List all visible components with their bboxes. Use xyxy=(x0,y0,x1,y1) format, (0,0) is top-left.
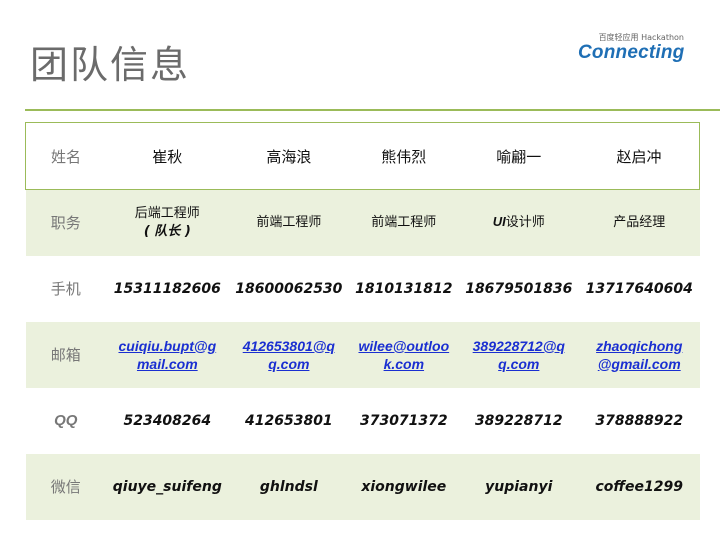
member-qq: 523408264 xyxy=(106,387,229,454)
title-divider xyxy=(25,109,720,111)
member-email-cell: zhaoqichong @gmail.com xyxy=(579,321,700,388)
member-wechat: coffee1299 xyxy=(579,453,700,520)
email-line1[interactable]: cuiqiu.bupt@g xyxy=(118,338,216,354)
table-row-name: 姓名 崔秋 高海浪 熊伟烈 喻翩一 赵启冲 xyxy=(25,122,700,190)
row-label-role: 职务 xyxy=(25,189,106,256)
email-line1[interactable]: 412653801@q xyxy=(243,338,335,354)
member-phone: 18600062530 xyxy=(228,255,350,322)
member-phone: 13717640604 xyxy=(579,255,700,322)
member-wechat: xiongwilee xyxy=(349,453,459,520)
email-line2[interactable]: mail.com xyxy=(137,356,198,372)
email-line1[interactable]: zhaoqichong xyxy=(596,338,682,354)
table-row-email: 邮箱 cuiqiu.bupt@g mail.com 412653801@q q.co… xyxy=(25,321,700,388)
row-label-name: 姓名 xyxy=(25,122,106,190)
member-role: 产品经理 xyxy=(579,189,700,256)
member-role: 前端工程师 xyxy=(228,189,350,256)
member-email-link[interactable]: zhaoqichong @gmail.com xyxy=(596,337,682,373)
member-name: 崔秋 xyxy=(106,122,229,190)
member-email-link[interactable]: 412653801@q q.com xyxy=(243,337,335,373)
member-name: 赵启冲 xyxy=(579,122,700,190)
member-email-cell: wilee@outloo k.com xyxy=(349,321,459,388)
email-line1[interactable]: wilee@outloo xyxy=(358,338,449,354)
member-phone: 15311182606 xyxy=(106,255,229,322)
hackathon-logo: 百度轻应用 Hackathon Connecting xyxy=(576,30,706,70)
member-name: 喻翩一 xyxy=(458,122,579,190)
email-line2[interactable]: q.com xyxy=(268,356,309,372)
member-role: 前端工程师 xyxy=(349,189,459,256)
member-qq: 373071372 xyxy=(349,387,459,454)
member-email-link[interactable]: cuiqiu.bupt@g mail.com xyxy=(118,337,216,373)
email-line2[interactable]: k.com xyxy=(384,356,424,372)
team-info-table: 姓名 崔秋 高海浪 熊伟烈 喻翩一 赵启冲 职务 后端工程师 ( 队长 ) 前端… xyxy=(25,122,700,520)
member-name: 熊伟烈 xyxy=(349,122,459,190)
member-qq: 389228712 xyxy=(458,387,579,454)
email-line1[interactable]: 389228712@q xyxy=(473,338,565,354)
row-label-email: 邮箱 xyxy=(25,321,106,388)
row-label-qq: QQ xyxy=(25,387,106,454)
member-name: 高海浪 xyxy=(228,122,350,190)
member-role: 后端工程师 ( 队长 ) xyxy=(106,189,229,256)
member-role-prefix: UI xyxy=(492,214,506,230)
member-phone: 18679501836 xyxy=(458,255,579,322)
table-row-wechat: 微信 qiuye_suifeng ghlndsl xiongwilee yupi… xyxy=(25,453,700,520)
member-email-cell: 389228712@q q.com xyxy=(458,321,579,388)
member-wechat: yupianyi xyxy=(458,453,579,520)
member-wechat: ghlndsl xyxy=(228,453,350,520)
email-line2[interactable]: q.com xyxy=(498,356,539,372)
table-row-role: 职务 后端工程师 ( 队长 ) 前端工程师 前端工程师 UI设计师 产品经理 xyxy=(25,189,700,256)
member-email-link[interactable]: wilee@outloo k.com xyxy=(358,337,449,373)
row-label-phone: 手机 xyxy=(25,255,106,322)
member-phone: 1810131812 xyxy=(349,255,459,322)
member-email-link[interactable]: 389228712@q q.com xyxy=(473,337,565,373)
member-qq: 412653801 xyxy=(228,387,350,454)
slide-title: 团队信息 xyxy=(30,43,191,87)
member-wechat: qiuye_suifeng xyxy=(106,453,229,520)
member-email-cell: cuiqiu.bupt@g mail.com xyxy=(106,321,229,388)
row-label-wechat: 微信 xyxy=(25,453,106,520)
member-role-rest: 设计师 xyxy=(505,215,545,231)
logo-brand: Connecting xyxy=(578,42,685,63)
member-role-line2: ( 队长 ) xyxy=(143,223,191,239)
member-email-cell: 412653801@q q.com xyxy=(228,321,350,388)
table-row-qq: QQ 523408264 412653801 373071372 3892287… xyxy=(25,387,700,454)
table-row-phone: 手机 15311182606 18600062530 1810131812 18… xyxy=(25,255,700,322)
member-role: UI设计师 xyxy=(458,189,579,256)
member-role-line1: 后端工程师 xyxy=(134,205,200,221)
member-qq: 378888922 xyxy=(579,387,700,454)
email-line2[interactable]: @gmail.com xyxy=(598,356,681,372)
